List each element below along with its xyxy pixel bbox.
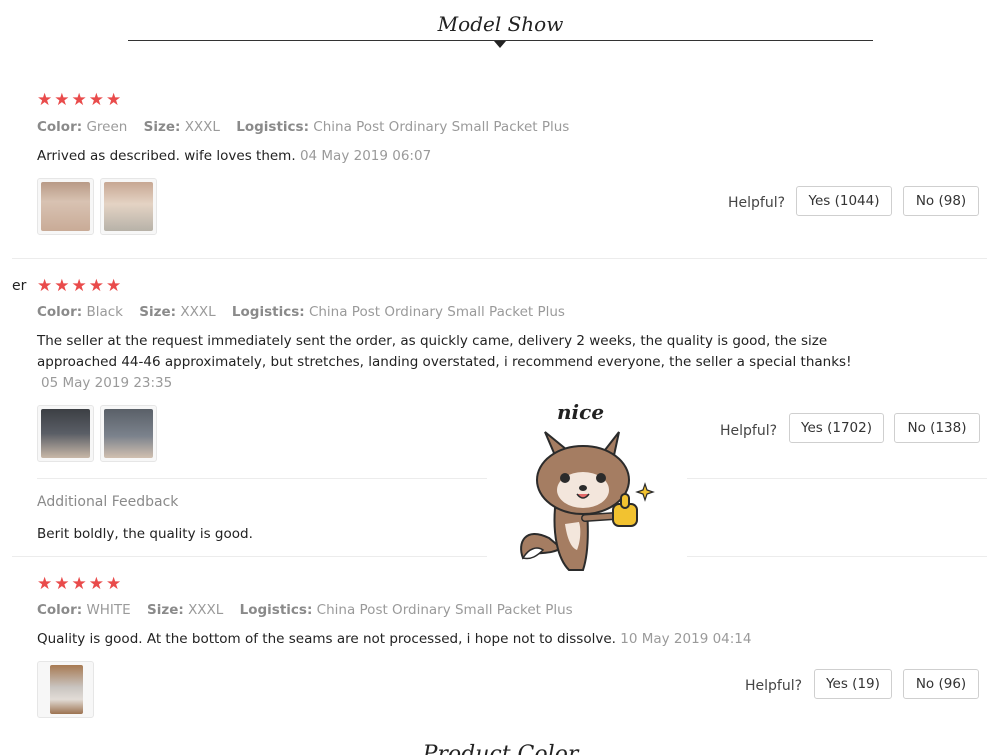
size-value: XXXL: [180, 304, 216, 320]
review-body: Quality is good. At the bottom of the se…: [37, 631, 616, 647]
logistics-label: Logistics:: [231, 304, 305, 320]
color-value: Black: [86, 304, 123, 320]
fox-thumbs-up-icon: [520, 431, 655, 571]
helpful-yes-button[interactable]: Yes (1044): [796, 186, 892, 216]
review-body: Arrived as described. wife loves them.: [37, 148, 296, 164]
review-date: 04 May 2019 06:07: [299, 148, 432, 164]
review-text: The seller at the request immediately se…: [37, 333, 852, 370]
review-text: Arrived as described. wife loves them. 0…: [37, 146, 897, 167]
review-photo[interactable]: [37, 661, 94, 718]
helpful-yes-button[interactable]: Yes (19): [814, 669, 892, 699]
size-value: XXXL: [184, 119, 220, 135]
logistics-label: Logistics:: [236, 119, 309, 135]
color-value: Green: [86, 119, 128, 135]
star-rating: ★★★★★: [37, 574, 124, 594]
review-meta: Color: Black Size: XXXL Logistics: China…: [37, 304, 565, 320]
helpful-label: Helpful?: [720, 423, 778, 439]
truncated-text: er: [12, 278, 27, 294]
additional-feedback-title: Additional Feedback: [37, 494, 179, 510]
review-photo[interactable]: [100, 178, 157, 235]
review-text: Quality is good. At the bottom of the se…: [37, 629, 897, 650]
color-label: Color:: [37, 602, 83, 618]
logistics-value: China Post Ordinary Small Packet Plus: [308, 304, 565, 320]
review-meta: Color: WHITE Size: XXXL Logistics: China…: [37, 602, 573, 618]
section-header: Model Show: [0, 0, 1001, 60]
section-title: Model Show: [437, 12, 564, 36]
review-date: 05 May 2019 23:35: [41, 375, 173, 391]
size-label: Size:: [143, 119, 181, 135]
additional-feedback-text: Berit boldly, the quality is good.: [37, 526, 253, 542]
star-rating: ★★★★★: [37, 90, 124, 110]
color-label: Color:: [37, 304, 83, 320]
star-rating: ★★★★★: [37, 276, 124, 296]
review-photo[interactable]: [37, 405, 94, 462]
helpful-label: Helpful?: [728, 195, 786, 211]
next-section-title: Product Color: [422, 742, 579, 755]
helpful-yes-button[interactable]: Yes (1702): [789, 413, 884, 443]
sticker: nice: [487, 398, 687, 578]
review-meta: Color: Green Size: XXXL Logistics: China…: [37, 119, 569, 135]
color-label: Color:: [37, 119, 83, 135]
helpful-no-button[interactable]: No (138): [894, 413, 980, 443]
size-label: Size:: [139, 304, 177, 320]
color-value: WHITE: [86, 602, 131, 618]
helpful-no-button[interactable]: No (98): [903, 186, 979, 216]
review-photo[interactable]: [100, 405, 157, 462]
size-label: Size:: [147, 602, 184, 618]
helpful-no-button[interactable]: No (96): [903, 669, 979, 699]
logistics-value: China Post Ordinary Small Packet Plus: [316, 602, 573, 618]
size-value: XXXL: [188, 602, 224, 618]
logistics-label: Logistics:: [239, 602, 313, 618]
divider: [12, 258, 987, 259]
review-photo[interactable]: [37, 178, 94, 235]
review-date: 10 May 2019 04:14: [620, 631, 752, 647]
helpful-label: Helpful?: [745, 678, 803, 694]
logistics-value: China Post Ordinary Small Packet Plus: [313, 119, 570, 135]
caret-down-icon: [494, 41, 506, 48]
